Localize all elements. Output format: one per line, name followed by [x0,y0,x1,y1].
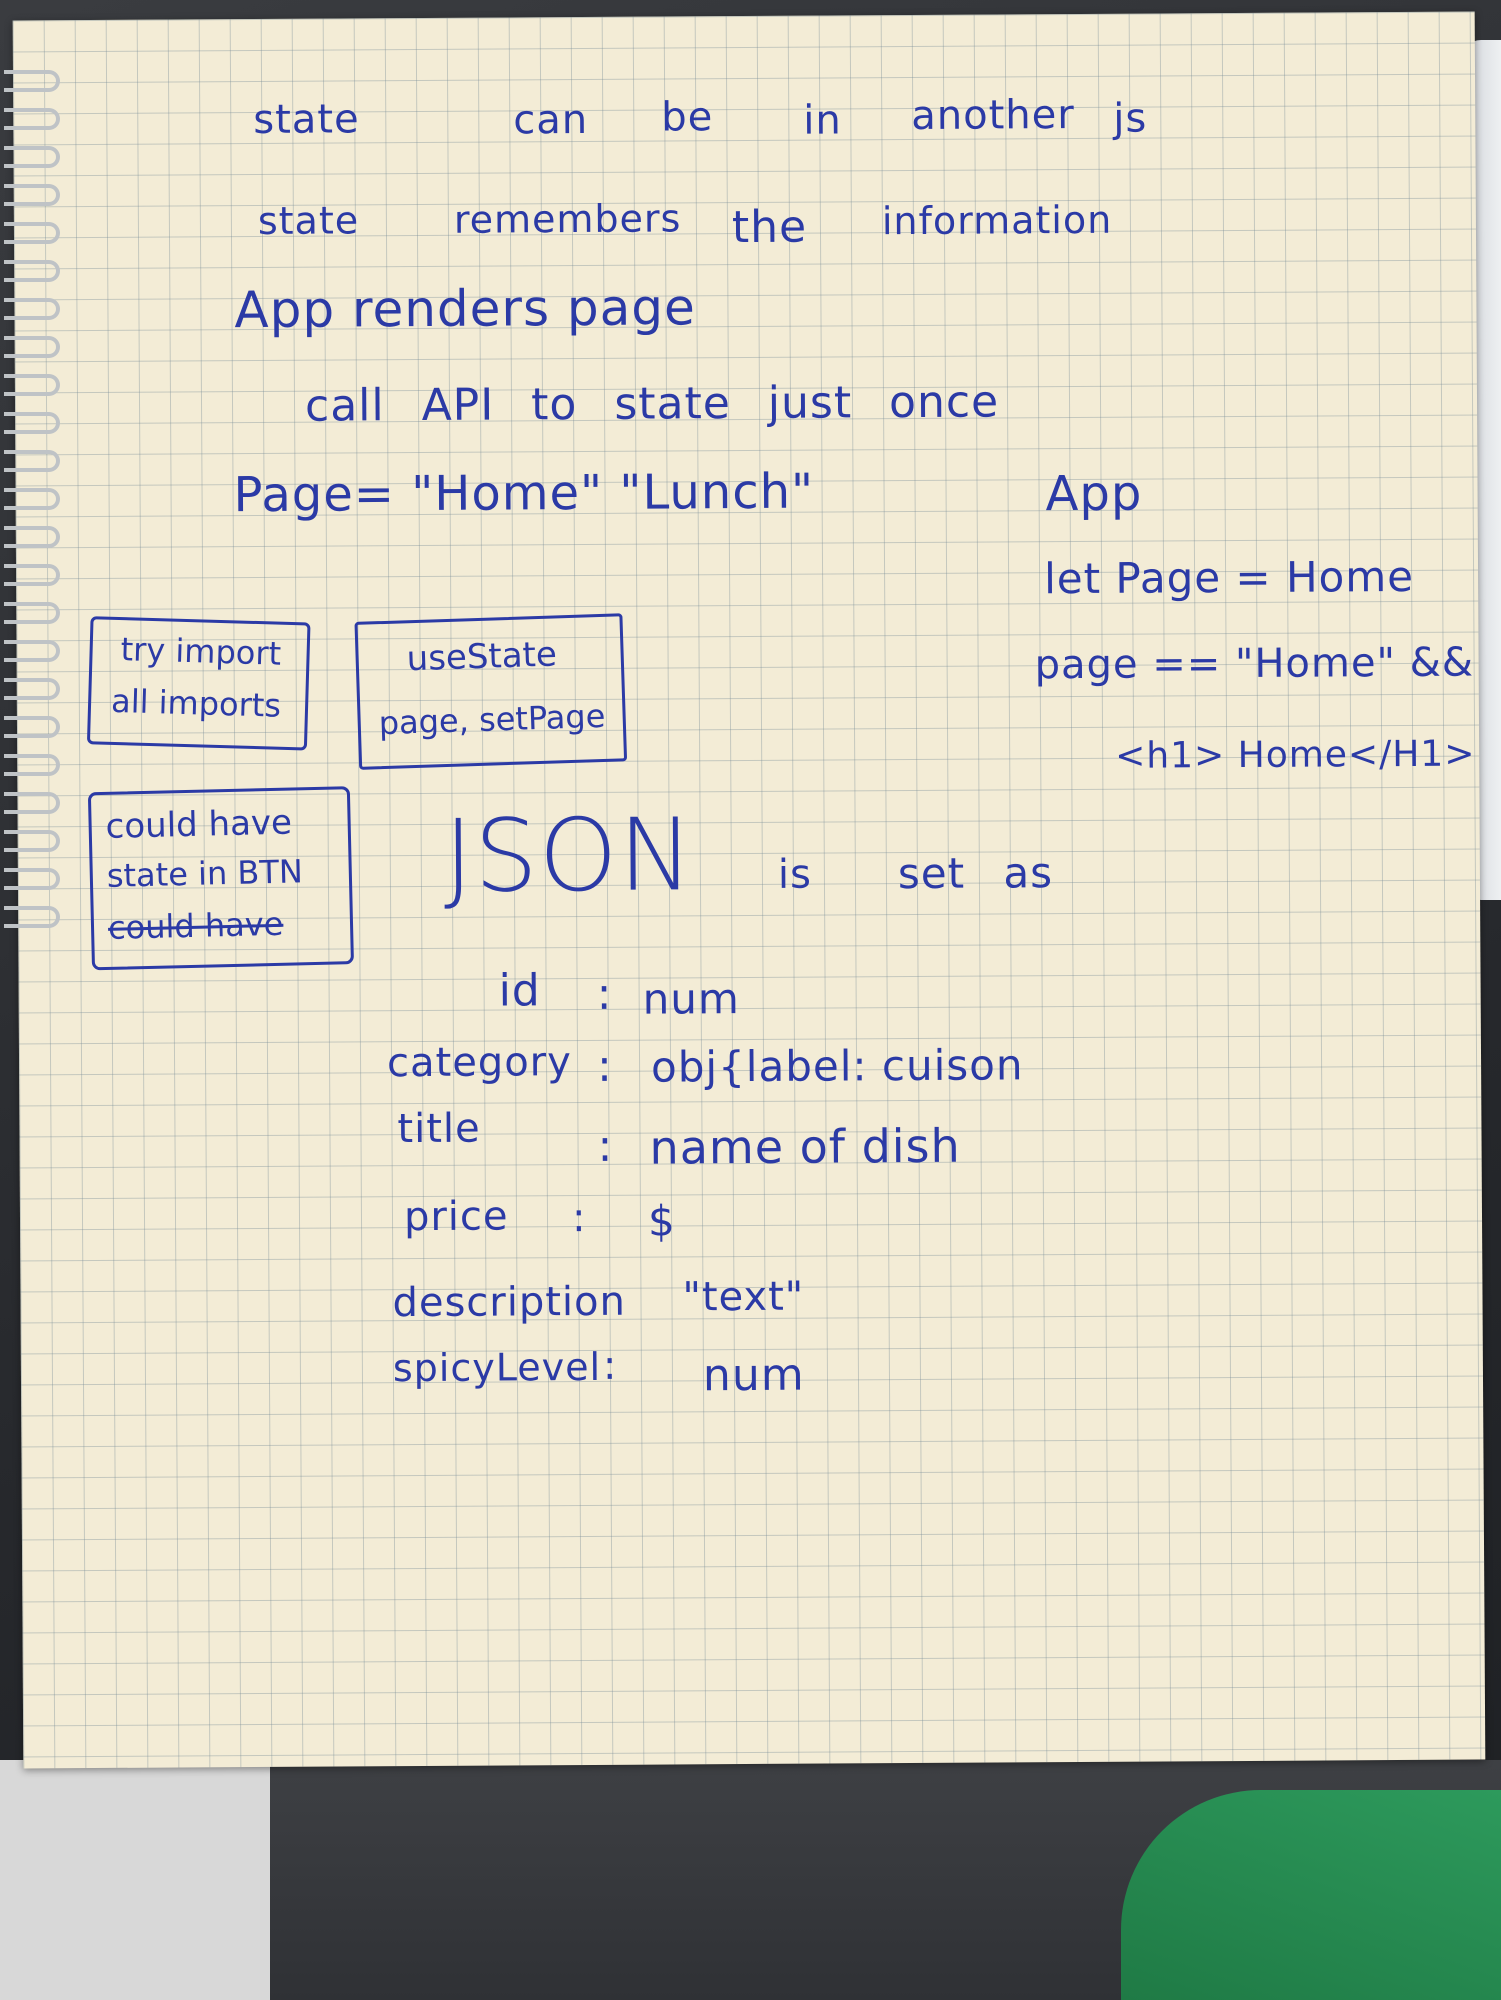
box-usestate-line-1: useState [406,634,558,680]
paper-corner [0,1760,270,2000]
word-js: js [1113,95,1148,142]
box-btn-line-1: could have [105,802,293,847]
schema-key-id: id [498,965,541,1017]
schema-value-title: name of dish [649,1118,961,1175]
ring-icon [4,602,60,624]
schema-value-id: num [642,974,740,1024]
ring-icon [4,70,60,92]
schema-colon-1: : [596,968,613,1020]
word-state-2: state [257,198,360,243]
schema-colon-3: : [597,1120,614,1172]
app-heading: <h1> Home</H1> [1115,733,1476,777]
schema-value-description: "text" [682,1273,805,1321]
ring-icon [4,830,60,852]
schema-key-category: category [386,1039,572,1087]
app-let-page: let Page = Home [1043,551,1415,604]
ring-icon [4,678,60,700]
notebook-page: state can be in another js state remembe… [12,11,1486,1769]
ring-icon [4,374,60,396]
box-btn-line-2: state in BTN [106,852,304,895]
box-usestate-line-2: page, setPage [378,696,606,743]
box-btn-line-3-crossed: could have [107,904,284,947]
ring-icon [4,108,60,130]
word-another: another [911,91,1075,139]
app-title: App [1045,465,1143,523]
box-import-line-2: all imports [110,681,282,725]
ring-icon [4,450,60,472]
word-state: state [253,96,360,144]
word-in: in [803,97,842,144]
word-can: can [513,96,589,144]
ring-icon [4,184,60,206]
note-box-btn: could have state in BTN could have [87,786,354,971]
word-be: be [661,94,714,141]
ring-icon [4,754,60,776]
schema-key-title: title [397,1105,481,1153]
ring-icon [4,412,60,434]
word-the: the [731,201,808,254]
green-fabric [1121,1790,1501,2000]
ring-icon [4,526,60,548]
word-remembers: remembers [453,196,682,242]
schema-key-spicylevel: spicyLevel [392,1344,602,1391]
schema-value-spicylevel: num [702,1349,805,1402]
ring-icon [4,640,60,662]
json-set-as: set as [897,848,1054,899]
json-title: JSON [443,796,695,915]
ring-icon [4,868,60,890]
json-is: is [777,851,813,898]
note-box-import: try import all imports [86,616,311,751]
line-page-values: Page= "Home" "Lunch" [233,463,815,524]
ring-icon [4,792,60,814]
ring-icon [4,222,60,244]
ring-icon [4,488,60,510]
word-information: information [881,197,1113,244]
ring-icon [4,906,60,928]
ring-icon [4,716,60,738]
schema-key-description: description [392,1278,627,1327]
ring-icon [4,336,60,358]
app-condition: page == "Home" && [1034,639,1475,689]
box-import-line-1: try import [120,630,282,673]
note-box-usestate: useState page, setPage [354,613,628,770]
schema-value-price: $ [647,1196,676,1246]
line-app-renders-page: App renders page [234,278,696,340]
line-call-api: call API to state just once [304,376,1000,432]
schema-colon-6: : [602,1342,618,1389]
ring-icon [4,260,60,282]
schema-key-price: price [403,1193,509,1241]
schema-colon-4: : [571,1194,587,1242]
ring-icon [4,298,60,320]
ring-icon [4,146,60,168]
schema-value-category: obj{label: cuison [650,1040,1024,1092]
ring-icon [4,564,60,586]
schema-colon-2: : [596,1040,614,1092]
spiral-binding [4,70,64,950]
